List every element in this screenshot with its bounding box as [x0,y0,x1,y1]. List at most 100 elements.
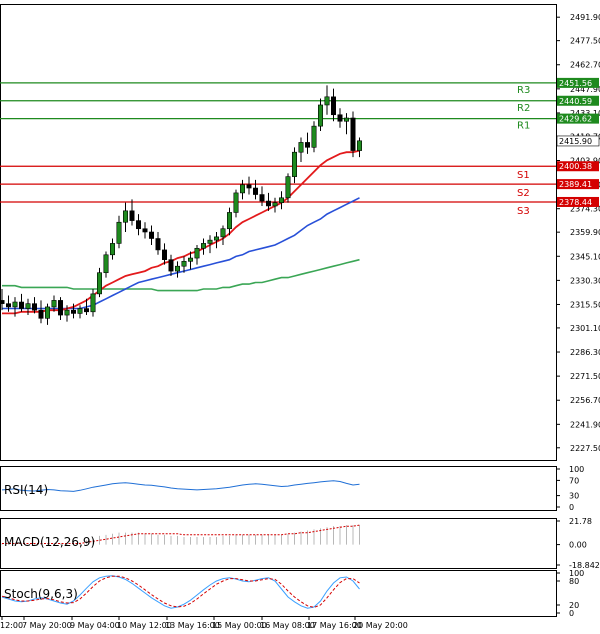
level-price-label: 2389.41 [559,180,592,189]
candle-body [6,303,12,308]
x-tick-label: 7 May 20:00 [22,621,72,630]
panel-tick-label: 100 [569,465,584,474]
x-tick-label: 20 May 20:00 [353,621,408,630]
panel-frame [0,570,557,617]
candle-body [51,300,57,308]
candle-body [175,265,181,272]
y-tick-label: 2462.70 [570,61,600,70]
panel-label: RSI(14) [4,483,48,497]
panel-macd-12-26-9-: 21.780.00-18.842MACD(12,26,9) [0,517,600,570]
candle-body [330,96,336,116]
candle-body [123,210,129,223]
y-tick-label: 2359.90 [570,228,600,237]
candle-body [181,261,187,267]
y-tick-label: 2315.50 [570,300,600,309]
candle-body [317,104,323,127]
panel-frame [0,466,557,511]
candle-body [162,249,168,260]
candle [311,121,317,153]
candle-body [129,210,135,221]
level-price-label: 2451.56 [559,79,592,88]
candle-body [194,247,200,259]
candle-body [97,272,103,295]
y-tick-label: 2477.50 [570,37,600,46]
y-tick-label: 2301.10 [570,324,600,333]
level-name-r2: R2 [517,103,530,114]
x-tick-label: 15 May 00:00 [212,621,267,630]
candle-body [350,117,356,151]
candle-body [227,212,233,230]
level-name-s1: S1 [517,170,530,181]
candle-body [38,309,44,319]
x-tick-label: 9 May 04:00 [70,621,120,630]
y-tick-label: 2227.50 [570,444,600,453]
price-chart: 2491.902477.502462.702447.902433.102418.… [0,4,600,630]
candle-body [240,184,246,194]
panel-tick-label: 0.00 [569,541,587,550]
level-name-s2: S2 [517,188,530,199]
candle-body [57,300,63,316]
candle-body [155,238,161,251]
panel-label: Stoch(9,6,3) [4,587,78,601]
level-name-r1: R1 [517,121,530,132]
main-plot-frame [0,4,557,461]
candle-body [25,303,31,309]
candle-body [265,200,271,207]
candle-body [304,142,310,148]
panel-tick-label: 0 [569,609,574,618]
main-price-panel: 2491.902477.502462.702447.902433.102418.… [0,4,600,461]
level-name-s3: S3 [517,206,530,217]
candle-body [324,96,330,106]
candle-body [149,231,155,239]
candle-body [214,236,220,241]
candle-body [337,114,343,122]
indicator-panels: 100 70 30 0 RSI(14) 21.780.00-18.842MACD(12,2… [0,465,600,618]
level-name-r3: R3 [517,85,530,96]
candle-body [188,257,194,262]
candle-body [285,176,291,199]
candle-body [90,293,96,313]
panel-rsi-14-: 100 70 30 0 RSI(14) [0,465,584,512]
candle-body [278,197,284,203]
current-price-label: 2415.90 [559,137,592,146]
candle-body [110,243,116,256]
y-tick-label: 2271.50 [570,372,600,381]
candle-body [168,259,174,272]
candle-body [220,228,226,238]
candle-body [233,192,239,213]
y-tick-label: 2241.90 [570,420,600,429]
candle-body [259,194,265,202]
candle-body [116,221,122,244]
candle-body [31,303,37,311]
candle [350,111,356,158]
x-tick-label: 12:00 [0,621,23,630]
y-tick-label: 2286.30 [570,348,600,357]
panel-tick-label: 0 [569,503,574,512]
candle-body [201,243,207,249]
candle-body [291,151,297,177]
candle-body [311,125,317,148]
candle-body [18,301,24,309]
level-price-label: 2429.62 [559,115,592,124]
x-axis: 12:007 May 20:009 May 04:0010 May 12:00 1… [0,616,408,630]
candle-body [142,228,148,233]
candle-body [103,254,109,274]
candle-body [0,300,5,304]
level-price-label: 2400.38 [559,162,592,171]
y-tick-label: 2256.70 [570,396,600,405]
panel-tick-label: 80 [569,577,579,586]
y-tick-label: 2330.30 [570,276,600,285]
candle-body [272,202,278,207]
panel-tick-label: 70 [569,476,579,485]
y-tick-label: 2491.90 [570,13,600,22]
level-price-label: 2378.44 [559,198,592,207]
level-price-label: 2440.59 [559,97,592,106]
candle-body [207,239,213,244]
candle-body [77,308,83,314]
y-tick-label: 2345.10 [570,252,600,261]
panel-tick-label: 30 [569,492,579,501]
candle-body [246,184,252,189]
candle-body [12,301,18,308]
candle-body [84,308,90,313]
panel-label: MACD(12,26,9) [4,535,95,549]
